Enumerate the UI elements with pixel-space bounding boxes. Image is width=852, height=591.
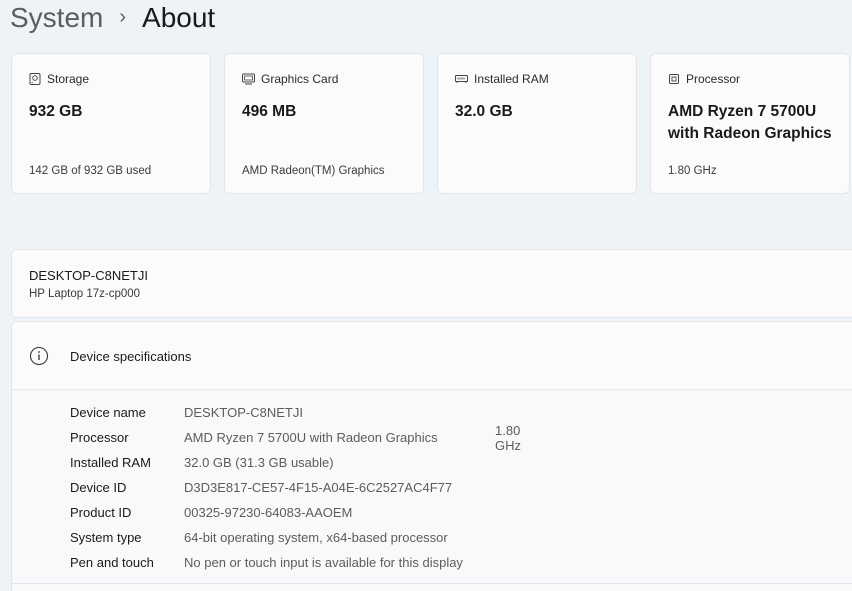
spec-row-device-id: Device ID D3D3E817-CE57-4F15-A04E-6C2527… xyxy=(70,475,463,500)
processor-value: AMD Ryzen 7 5700U with Radeon Graphics xyxy=(668,103,832,142)
spec-value: 00325-97230-64083-AAOEM xyxy=(184,505,353,520)
chevron-right-icon: › xyxy=(119,6,127,28)
spec-label: Installed RAM xyxy=(70,455,151,470)
spec-row-system-type: System type 64-bit operating system, x64… xyxy=(70,525,463,550)
processor-label: Processor xyxy=(686,72,741,86)
spec-row-pen-and-touch: Pen and touch No pen or touch input is a… xyxy=(70,550,463,575)
processor-icon xyxy=(668,73,680,85)
spec-label: Product ID xyxy=(70,505,132,520)
storage-usage: 142 GB of 932 GB used xyxy=(29,165,152,177)
ram-label: Installed RAM xyxy=(474,72,549,86)
ram-card[interactable]: Installed RAM 32.0 GB xyxy=(437,53,637,194)
graphics-card-value: 496 MB xyxy=(242,103,297,120)
spec-value: 64-bit operating system, x64-based proce… xyxy=(184,530,448,545)
spec-row-processor: Processor AMD Ryzen 7 5700U with Radeon … xyxy=(70,423,521,453)
divider xyxy=(12,583,852,584)
graphics-card-card[interactable]: Graphics Card 496 MB AMD Radeon(TM) Grap… xyxy=(224,53,424,194)
graphics-card-icon xyxy=(242,73,255,85)
spec-row-device-name: Device name DESKTOP-C8NETJI xyxy=(70,400,463,425)
info-icon xyxy=(29,346,49,371)
device-name: DESKTOP-C8NETJI xyxy=(29,268,148,283)
device-specifications-title: Device specifications xyxy=(70,349,192,364)
page-title: About xyxy=(142,2,216,33)
summary-cards: Storage 932 GB 142 GB of 932 GB used Gra… xyxy=(11,53,850,194)
storage-value: 932 GB xyxy=(29,103,83,120)
processor-speed: 1.80 GHz xyxy=(668,165,717,177)
spec-row-installed-ram: Installed RAM 32.0 GB (31.3 GB usable) xyxy=(70,450,463,475)
ram-icon xyxy=(455,73,468,85)
storage-icon xyxy=(29,73,41,85)
spec-row-product-id: Product ID 00325-97230-64083-AAOEM xyxy=(70,500,463,525)
spec-label: Device ID xyxy=(70,480,127,495)
device-rename-panel[interactable]: DESKTOP-C8NETJI HP Laptop 17z-cp000 xyxy=(11,249,852,318)
storage-label: Storage xyxy=(47,72,90,86)
spec-label: Device name xyxy=(70,405,146,420)
spec-value: AMD Ryzen 7 5700U with Radeon Graphics xyxy=(184,430,438,445)
spec-label: System type xyxy=(70,530,142,545)
storage-card[interactable]: Storage 932 GB 142 GB of 932 GB used xyxy=(11,53,211,194)
spec-value: D3D3E817-CE57-4F15-A04E-6C2527AC4F77 xyxy=(184,480,453,495)
graphics-card-name: AMD Radeon(TM) Graphics xyxy=(242,165,385,177)
processor-card[interactable]: Processor AMD Ryzen 7 5700U with Radeon … xyxy=(650,53,850,194)
spec-label: Processor xyxy=(70,430,129,445)
device-specifications-header[interactable]: Device specifications xyxy=(12,322,852,390)
breadcrumb: System › About xyxy=(10,0,215,36)
ram-value: 32.0 GB xyxy=(455,103,513,120)
breadcrumb-system-link[interactable]: System xyxy=(10,0,103,36)
spec-value: 32.0 GB (31.3 GB usable) xyxy=(184,455,334,470)
spec-value: No pen or touch input is available for t… xyxy=(184,555,463,570)
device-specifications-panel: Device specifications Device name DESKTO… xyxy=(11,321,852,591)
graphics-card-label: Graphics Card xyxy=(261,72,339,86)
device-model: HP Laptop 17z-cp000 xyxy=(29,288,141,300)
spec-value: DESKTOP-C8NETJI xyxy=(184,405,303,420)
spec-label: Pen and touch xyxy=(70,555,154,570)
processor-speed-value: 1.80 GHz xyxy=(495,422,521,453)
spec-list: Device name DESKTOP-C8NETJI Processor AM… xyxy=(70,400,521,575)
